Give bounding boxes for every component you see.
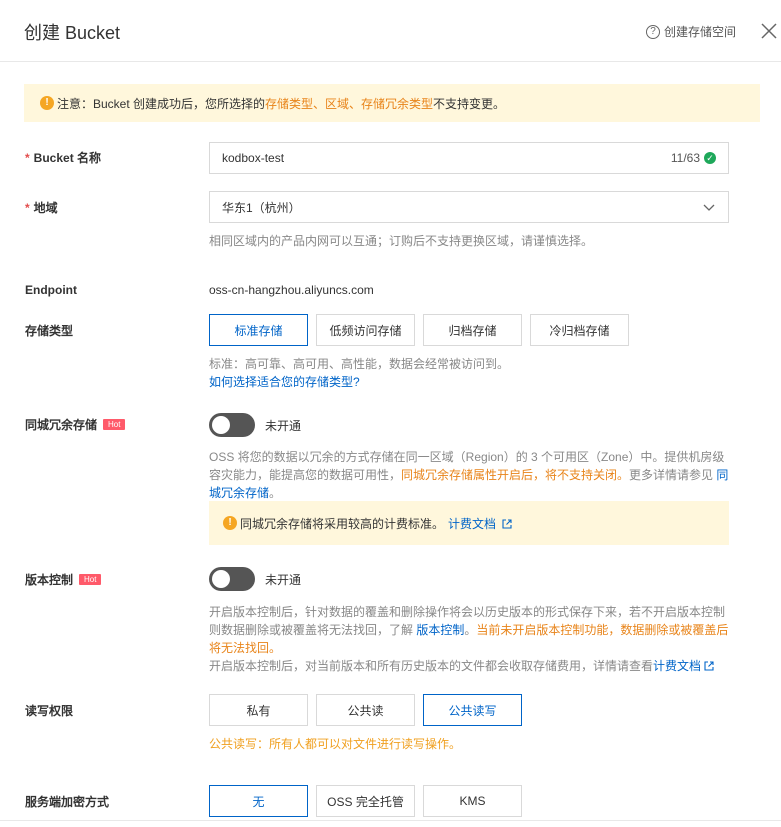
zrs-tip-text: 同城冗余存储将采用较高的计费标准。 xyxy=(240,516,445,531)
zrs-label-text: 同城冗余存储 xyxy=(25,418,98,432)
versioning-state: 未开通 xyxy=(265,572,302,587)
billing-doc-text: 计费文档 xyxy=(448,516,497,531)
versioning-help-warning: 将无法找回。 xyxy=(209,641,282,655)
versioning-help-text: 。 xyxy=(464,623,477,637)
versioning-help-text: 则数据删除或被覆盖将无法找回，了解 xyxy=(209,623,417,637)
storage-class-standard[interactable]: 标准存储 xyxy=(209,314,308,346)
bucket-name-label-text: Bucket 名称 xyxy=(33,151,102,165)
acl-group: 私有 公共读 公共读写 xyxy=(209,694,522,726)
close-icon[interactable] xyxy=(760,22,778,40)
encryption-none[interactable]: 无 xyxy=(209,785,308,817)
hot-badge: Hot xyxy=(103,419,126,430)
zrs-toggle[interactable] xyxy=(209,413,255,437)
notice-highlight: 存储类型、区域、存储冗余类型 xyxy=(265,96,434,111)
versioning-toggle-row: 未开通 xyxy=(209,567,301,591)
required-mark: * xyxy=(25,200,30,215)
chevron-down-icon xyxy=(703,204,715,211)
hot-badge: Hot xyxy=(79,574,102,585)
storage-class-guide-link[interactable]: 如何选择适合您的存储类型? xyxy=(209,373,360,391)
storage-class-archive[interactable]: 归档存储 xyxy=(423,314,522,346)
dialog-title: 创建 Bucket xyxy=(24,23,121,43)
external-link-icon xyxy=(704,661,714,671)
encryption-oss[interactable]: OSS 完全托管 xyxy=(316,785,415,817)
help-label: 创建存储空间 xyxy=(664,25,737,39)
versioning-help-line: 开启版本控制后，针对数据的覆盖和删除操作将会以历史版本的形式保存下来，若不开启版… xyxy=(209,605,726,619)
external-link-icon xyxy=(502,518,512,529)
bucket-name-input[interactable]: kodbox-test 11/63 ✓ xyxy=(209,142,729,174)
zrs-help: OSS 将您的数据以冗余的方式存储在同一区域（Region）的 3 个可用区（Z… xyxy=(209,448,734,502)
zrs-help-warning: 同城冗余存储属性开启后，将不支持关闭。 xyxy=(401,468,630,482)
zrs-doc-link[interactable]: 同 xyxy=(716,468,728,482)
help-link[interactable]: ? 创建存储空间 xyxy=(646,23,736,40)
endpoint-label: Endpoint xyxy=(25,283,77,297)
region-label-text: 地域 xyxy=(33,201,58,215)
versioning-label: 版本控制 Hot xyxy=(25,571,102,588)
zrs-label: 同城冗余存储 Hot xyxy=(25,416,126,433)
storage-class-group: 标准存储 低频访问存储 归档存储 冷归档存储 xyxy=(209,314,629,346)
notice-banner: ! 注意：Bucket 创建成功后，您所选择的 存储类型、区域、存储冗余类型 不… xyxy=(24,84,760,122)
storage-class-label: 存储类型 xyxy=(25,324,74,338)
storage-class-guide-text: 如何选择适合您的存储类型? xyxy=(209,375,360,389)
endpoint-value: oss-cn-hangzhou.aliyuncs.com xyxy=(209,283,374,297)
versioning-toggle[interactable] xyxy=(209,567,255,591)
region-help: 相同区域内的产品内网可以互通；订购后不支持更换区域，请谨慎选择。 xyxy=(209,234,594,248)
versioning-help: 开启版本控制后，针对数据的覆盖和删除操作将会以历史版本的形式保存下来，若不开启版… xyxy=(209,603,734,675)
dialog-header: 创建 Bucket ? 创建存储空间 xyxy=(0,0,781,62)
encryption-group: 无 OSS 完全托管 KMS xyxy=(209,785,522,817)
encryption-label: 服务端加密方式 xyxy=(25,795,110,809)
warning-icon: ! xyxy=(223,516,237,530)
versioning-doc-link[interactable]: 版本控制 xyxy=(416,623,464,637)
char-counter-text: 11/63 xyxy=(670,151,700,165)
region-label: * 地域 xyxy=(25,199,58,216)
storage-class-help: 标准：高可靠、高可用、高性能，数据会经常被访问到。 xyxy=(209,357,510,371)
versioning-help-text: 开启版本控制后，对当前版本和所有历史版本的文件都会收取存储费用，详情请查看 xyxy=(209,659,654,673)
zrs-help-text: 。 xyxy=(269,486,282,500)
notice-suffix: 不支持变更。 xyxy=(433,96,506,111)
acl-public-read-write[interactable]: 公共读写 xyxy=(423,694,522,726)
warning-icon: ! xyxy=(40,96,54,110)
versioning-label-text: 版本控制 xyxy=(25,573,74,587)
zrs-help-line: OSS 将您的数据以冗余的方式存储在同一区域（Region）的 3 个可用区（Z… xyxy=(209,450,725,464)
region-value: 华东1（杭州） xyxy=(222,200,301,215)
billing-doc-link[interactable]: 计费文档 xyxy=(448,515,512,532)
check-circle-icon: ✓ xyxy=(704,152,716,164)
acl-public-read[interactable]: 公共读 xyxy=(316,694,415,726)
storage-class-ia[interactable]: 低频访问存储 xyxy=(316,314,415,346)
bucket-name-label: * Bucket 名称 xyxy=(25,149,101,166)
acl-private[interactable]: 私有 xyxy=(209,694,308,726)
zrs-state: 未开通 xyxy=(265,418,302,433)
notice-prefix: 注意：Bucket 创建成功后，您所选择的 xyxy=(57,96,266,111)
zrs-doc-link[interactable]: 城冗余存储 xyxy=(209,486,269,500)
zrs-billing-tip: ! 同城冗余存储将采用较高的计费标准。 计费文档 xyxy=(209,501,729,545)
required-mark: * xyxy=(25,150,30,165)
encryption-kms[interactable]: KMS xyxy=(423,785,522,817)
acl-warning: 公共读写：所有人都可以对文件进行读写操作。 xyxy=(209,737,462,751)
region-select[interactable]: 华东1（杭州） xyxy=(209,191,729,223)
storage-class-cold-archive[interactable]: 冷归档存储 xyxy=(530,314,629,346)
question-icon: ? xyxy=(646,24,660,39)
char-counter: 11/63 ✓ xyxy=(671,151,716,165)
zrs-toggle-row: 未开通 xyxy=(209,413,301,437)
zrs-help-text: 容灾能力，能提高您的数据可用性， xyxy=(209,468,402,482)
zrs-help-text: 更多详情请参见 xyxy=(629,468,717,482)
versioning-help-warning: 当前未开启版本控制功能，数据删除或被覆盖后 xyxy=(476,623,729,637)
bucket-name-value: kodbox-test xyxy=(222,151,285,165)
billing-doc-text: 计费文档 xyxy=(653,659,702,673)
bottom-divider xyxy=(0,820,781,821)
billing-doc-link[interactable]: 计费文档 xyxy=(653,659,714,673)
acl-label: 读写权限 xyxy=(25,704,74,718)
